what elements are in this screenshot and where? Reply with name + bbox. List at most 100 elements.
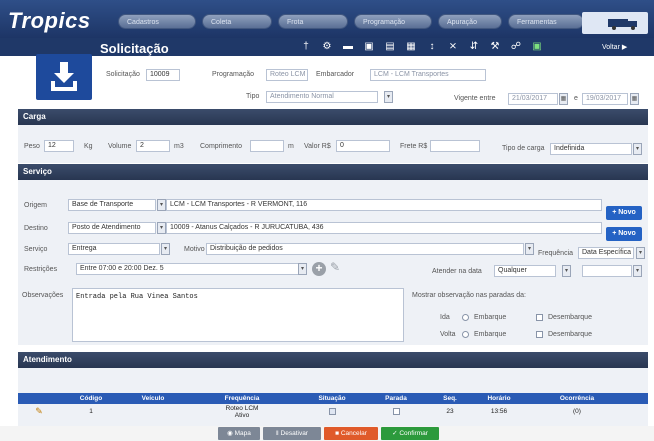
frete-field[interactable] <box>430 140 480 152</box>
cell-frequencia-line1: Roteo LCM <box>225 405 259 412</box>
cell-parada <box>364 404 428 426</box>
valor-label: Valor R$ <box>304 143 331 150</box>
cell-seq: 23 <box>446 408 454 415</box>
tab-cadastros[interactable]: Cadastros <box>118 14 196 29</box>
col-parada[interactable]: Parada <box>364 393 428 404</box>
tipo-carga-select[interactable]: Indefinida <box>550 143 632 155</box>
col-horario[interactable]: Horário <box>472 393 526 404</box>
col-situacao[interactable]: Situação <box>300 393 364 404</box>
atendimento-panel <box>18 368 648 393</box>
embarcador-field[interactable]: LCM - LCM Transportes <box>370 69 486 81</box>
desativar-icon: ‖ <box>276 430 279 437</box>
restricoes-dropdown-icon[interactable]: ▾ <box>298 263 307 275</box>
volume-unit: m3 <box>174 143 184 150</box>
programacao-field[interactable]: Roteo LCM <box>266 69 308 81</box>
toolbar: † ⚙ ▬ ▣ ▤ ▦ ↕ ⨯ ⇵ ⚒ ☍ ▣ <box>300 41 543 53</box>
edit-pencil-icon[interactable]: ✎ <box>330 260 340 274</box>
mapa-button[interactable]: ◉ Mapa <box>218 427 260 440</box>
origem-field[interactable]: LCM - LCM Transportes - R VERMONT, 116 <box>166 199 602 211</box>
tipo-carga-dropdown-icon[interactable]: ▾ <box>633 143 642 155</box>
tab-apuracao[interactable]: Apuração <box>438 14 502 29</box>
gear-icon[interactable]: ⚙ <box>321 41 333 53</box>
novo-destino-button[interactable]: + Novo <box>606 227 642 241</box>
origem-type-select[interactable]: Base de Transporte <box>68 199 156 211</box>
back-label: Voltar <box>602 44 620 51</box>
row-edit-icon[interactable]: ✎ <box>18 404 60 426</box>
atender-select[interactable]: Qualquer <box>494 265 556 277</box>
volume-field[interactable]: 2 <box>136 140 170 152</box>
calendar-from-icon[interactable]: ▦ <box>559 93 568 105</box>
destino-field[interactable]: 10009 - Atanus Calçados - R JURUCATUBA, … <box>166 222 602 234</box>
solicitacao-field[interactable]: 10009 <box>146 69 180 81</box>
motivo-label: Motivo <box>184 246 205 253</box>
confirmar-label: Confirmar <box>399 430 428 437</box>
parada-icon <box>392 408 400 415</box>
comprimento-field[interactable] <box>250 140 284 152</box>
servico-select[interactable]: Entrega <box>68 243 160 255</box>
pin-icon[interactable]: † <box>300 41 312 53</box>
tab-ferramentas[interactable]: Ferramentas <box>508 14 584 29</box>
restricoes-select[interactable]: Entre 07:00 e 20:00 Dez. 5 <box>76 263 306 275</box>
tab-frota[interactable]: Frota <box>278 14 348 29</box>
tab-programacao[interactable]: Programação <box>354 14 432 29</box>
atendimento-section-header: Atendimento <box>18 352 648 368</box>
link-icon[interactable]: ☍ <box>510 41 522 53</box>
col-empty <box>18 393 60 404</box>
tab-coleta[interactable]: Coleta <box>202 14 272 29</box>
volume-label: Volume <box>108 143 132 150</box>
volta-desembarque-label: Desembarque <box>548 331 592 338</box>
frete-label: Frete R$ <box>400 143 428 150</box>
export-icon[interactable]: ▣ <box>531 41 543 53</box>
motivo-select[interactable]: Distribuição de pedidos <box>206 243 524 255</box>
col-frequencia[interactable]: Frequência <box>184 393 300 404</box>
ida-desembarque-label: Desembarque <box>548 314 592 321</box>
van-icon[interactable]: ▣ <box>363 41 375 53</box>
tipo-select[interactable]: Atendimento Normal <box>266 91 378 103</box>
ida-desembarque-checkbox[interactable] <box>536 314 543 321</box>
split-icon[interactable]: ↕ <box>426 41 438 53</box>
cell-frequencia-line2: Ativo <box>234 412 250 419</box>
back-link[interactable]: Voltar ▶ <box>602 43 627 51</box>
frequencia-select[interactable]: Data Específica <box>578 247 634 259</box>
frequencia-dropdown-icon[interactable]: ▾ <box>636 247 645 259</box>
tools-icon[interactable]: ⚒ <box>489 41 501 53</box>
destino-type-select[interactable]: Posto de Atendimento <box>68 222 156 234</box>
volta-desembarque-checkbox[interactable] <box>536 331 543 338</box>
atender-extra-dropdown-icon[interactable]: ▾ <box>633 265 642 277</box>
filter-icon[interactable]: ⨯ <box>447 41 459 53</box>
servico-section-header: Serviço <box>18 164 648 180</box>
atender-dropdown-icon[interactable]: ▾ <box>562 265 571 277</box>
col-codigo[interactable]: Código <box>60 393 122 404</box>
truck-tool-icon[interactable]: ▬ <box>342 41 354 53</box>
document-icon[interactable]: ▤ <box>384 41 396 53</box>
valor-field[interactable]: 0 <box>336 140 390 152</box>
route-icon[interactable]: ⇵ <box>468 41 480 53</box>
atender-extra-field[interactable] <box>582 265 632 277</box>
ida-label: Ida <box>440 314 450 321</box>
col-seq[interactable]: Seq. <box>428 393 472 404</box>
tipo-dropdown-icon[interactable]: ▾ <box>384 91 393 103</box>
calendar-icon[interactable]: ▦ <box>405 41 417 53</box>
motivo-dropdown-icon[interactable]: ▾ <box>525 243 534 255</box>
servico-dropdown-icon[interactable]: ▾ <box>161 243 170 255</box>
add-restricao-icon[interactable]: + <box>312 262 326 276</box>
peso-field[interactable]: 12 <box>44 140 74 152</box>
calendar-to-icon[interactable]: ▦ <box>630 93 639 105</box>
download-icon <box>51 62 77 91</box>
novo-origem-button[interactable]: + Novo <box>606 206 642 220</box>
volta-embarque-radio[interactable] <box>462 331 469 338</box>
cancelar-button[interactable]: ■ Cancelar <box>324 427 378 440</box>
origem-type-dropdown-icon[interactable]: ▾ <box>157 199 166 211</box>
desativar-button[interactable]: ‖ Desativar <box>263 427 321 440</box>
col-ocorrencia[interactable]: Ocorrência <box>526 393 628 404</box>
confirmar-button[interactable]: ✓ Confirmar <box>381 427 439 440</box>
destino-type-dropdown-icon[interactable]: ▾ <box>157 222 166 234</box>
table-row[interactable]: ✎ 1 Roteo LCM Ativo 23 13:56 (0) <box>18 404 648 426</box>
col-veiculo[interactable]: Veículo <box>122 393 184 404</box>
check-icon: ✓ <box>392 430 398 437</box>
vigente-to-field[interactable]: 19/03/2017 <box>582 93 628 105</box>
vigente-from-field[interactable]: 21/03/2017 <box>508 93 558 105</box>
cell-ocorrencia: (0) <box>573 408 581 415</box>
ida-embarque-radio[interactable] <box>462 314 469 321</box>
observacoes-textarea[interactable]: Entrada pela Rua Vinea Santos <box>72 288 404 342</box>
